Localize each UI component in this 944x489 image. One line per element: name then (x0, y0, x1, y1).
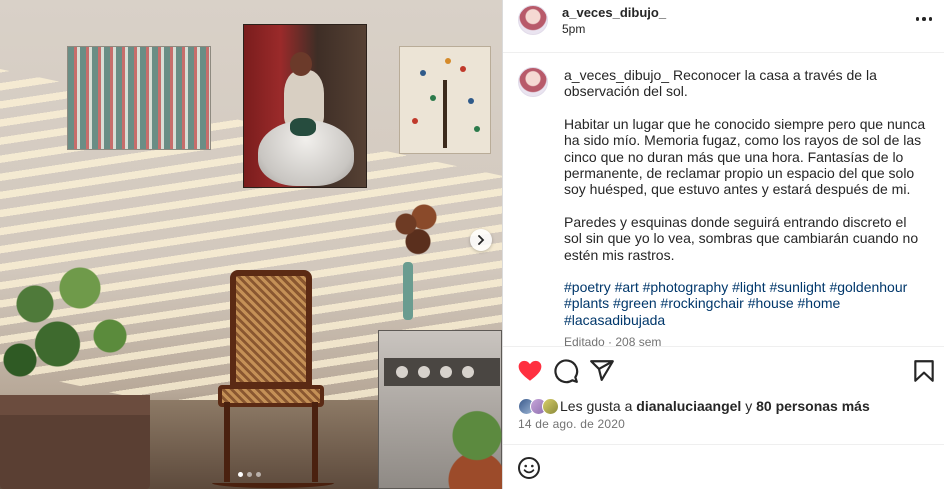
caption-paragraph-3: Paredes y esquinas donde seguirá entrand… (564, 213, 919, 263)
dancer-bow (290, 118, 316, 136)
likes-summary: Les gusta a dianaluciaangel y 80 persona… (518, 396, 870, 416)
likes-prefix: Les gusta a (560, 398, 633, 414)
more-dot (928, 17, 933, 21)
vase (403, 262, 413, 320)
edited-label: Editado · 208 sem (564, 335, 662, 347)
post-time: 5pm (562, 22, 586, 36)
tree-leaf (460, 66, 466, 72)
carousel-dot-active (238, 472, 243, 477)
next-slide-button[interactable] (470, 229, 492, 251)
caption-paragraph-2: Habitar un lugar que he conocido siempre… (564, 115, 926, 198)
hashtag-link[interactable]: #home (798, 295, 841, 311)
tree-leaf (468, 98, 474, 104)
post-photo[interactable] (0, 0, 502, 489)
potted-plant (442, 400, 502, 489)
chair-leg (312, 402, 318, 482)
caption-username[interactable]: a_veces_dibujo_ (564, 67, 669, 83)
liker-avatar (542, 397, 559, 415)
stove-knob (462, 366, 474, 378)
post-caption: a_veces_dibujo_ Reconocer la casa a trav… (564, 67, 926, 344)
tree-leaf (412, 118, 418, 124)
tree-leaf (430, 95, 436, 101)
post-header: a_veces_dibujo_ 5pm (503, 0, 944, 53)
chevron-right-icon (478, 235, 485, 245)
likes-connector: y (745, 398, 753, 414)
liker-avatars[interactable] (518, 397, 559, 415)
painting-stripes (67, 46, 211, 150)
hashtag-link[interactable]: #plants (564, 295, 609, 311)
comment-bar (503, 444, 944, 489)
tree-trunk (443, 80, 447, 148)
hashtag-link[interactable]: #green (613, 295, 657, 311)
dancer-head (290, 52, 312, 76)
chair-leg (224, 402, 230, 482)
action-bar (503, 355, 944, 389)
carousel-dot (247, 472, 252, 477)
likes-others[interactable]: 80 personas más (756, 398, 870, 414)
hashtag-link[interactable]: #rockingchair (661, 295, 744, 311)
author-avatar[interactable] (518, 5, 548, 35)
chair-rocker (212, 478, 334, 488)
comment-bubble-icon[interactable] (553, 358, 579, 384)
chair-seat (218, 385, 324, 407)
stove-knob (440, 366, 452, 378)
more-horizontal-icon (915, 17, 920, 21)
caption-area: a_veces_dibujo_ Reconocer la casa a trav… (503, 53, 944, 347)
more-options-button[interactable] (913, 10, 935, 28)
hashtag-link[interactable]: #goldenhour (829, 279, 907, 295)
carousel-dots (238, 472, 261, 477)
caption-author-avatar[interactable] (518, 67, 548, 97)
plant-left (0, 240, 140, 400)
author-username[interactable]: a_veces_dibujo_ (562, 5, 666, 20)
hashtag-link[interactable]: #poetry (564, 279, 611, 295)
post-date: 14 de ago. de 2020 (518, 417, 626, 431)
hashtag-link[interactable]: #art (615, 279, 639, 295)
stove-knob (396, 366, 408, 378)
hashtag-link[interactable]: #lacasadibujada (564, 312, 665, 328)
hashtag-link[interactable]: #light (732, 279, 765, 295)
tree-leaf (420, 70, 426, 76)
likes-user[interactable]: dianaluciaangel (636, 398, 741, 414)
hashtags: #poetry #art #photography #light #sunlig… (564, 279, 926, 328)
tree-leaf (445, 58, 451, 64)
rocking-chair (212, 270, 334, 489)
chair-back (230, 270, 312, 388)
carousel-dot (256, 472, 261, 477)
hashtag-link[interactable]: #sunlight (770, 279, 826, 295)
dried-flowers (388, 196, 448, 266)
post-side-panel: a_veces_dibujo_ 5pm a_veces_dibujo_ Reco… (502, 0, 944, 489)
bookmark-icon[interactable] (911, 358, 937, 384)
emoji-smile-icon[interactable] (517, 456, 541, 480)
sofa (0, 395, 150, 489)
more-dot (922, 17, 926, 21)
hashtag-link[interactable]: #photography (643, 279, 729, 295)
paper-plane-icon[interactable] (589, 358, 615, 384)
hashtag-link[interactable]: #house (748, 295, 794, 311)
stove-knob (418, 366, 430, 378)
tree-leaf (474, 126, 480, 132)
heart-filled-icon[interactable] (517, 358, 543, 384)
